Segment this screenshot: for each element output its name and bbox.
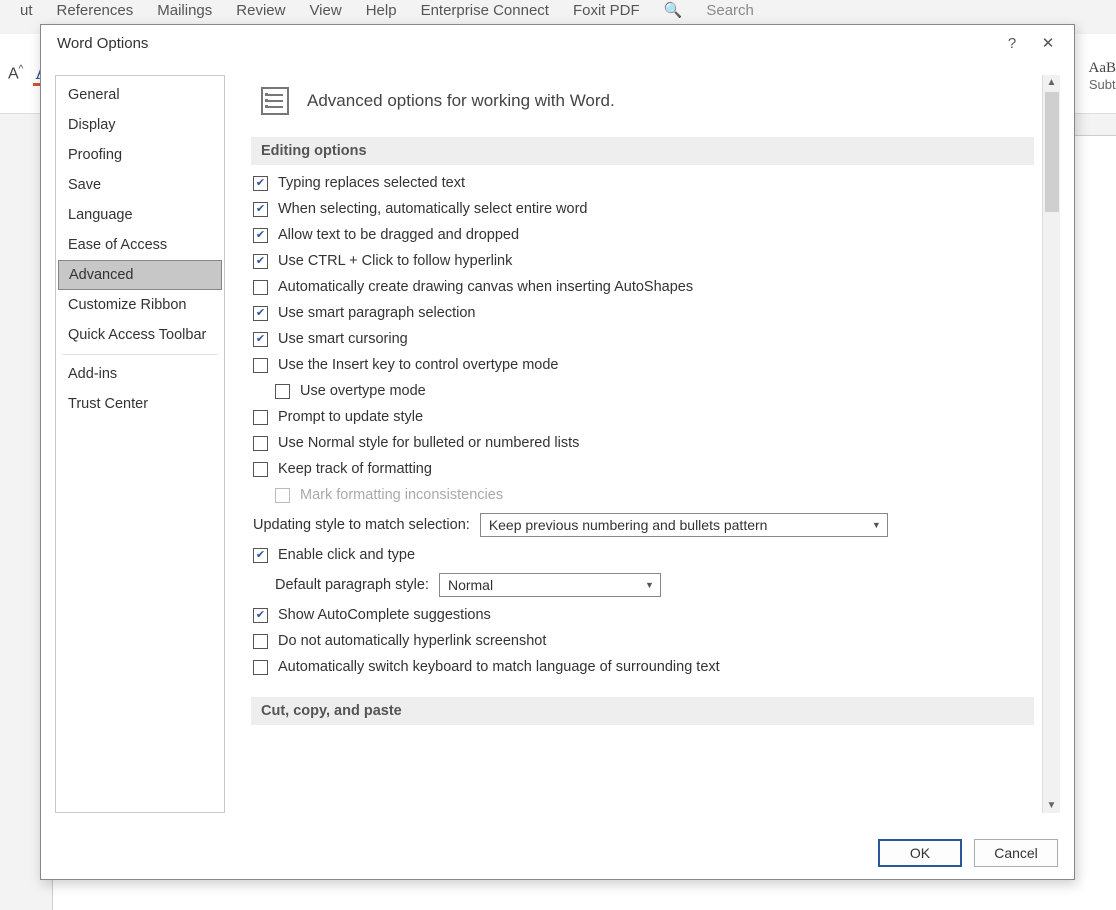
cancel-button[interactable]: Cancel <box>974 839 1058 867</box>
content-wrap: Advanced options for working with Word. … <box>239 75 1060 813</box>
chk-mark-format <box>275 488 290 503</box>
style-gallery-item[interactable]: AaB Subt <box>1089 60 1116 92</box>
scroll-thumb[interactable] <box>1045 92 1059 212</box>
nav-separator <box>62 354 218 355</box>
ribbon-tab[interactable]: Mailings <box>157 2 212 19</box>
combo-updating-style[interactable]: Keep previous numbering and bullets patt… <box>480 513 888 537</box>
chk-autocomplete[interactable] <box>253 608 268 623</box>
nav-advanced[interactable]: Advanced <box>58 260 222 290</box>
style-sample: AaB <box>1089 60 1116 77</box>
chk-ctrl-click[interactable] <box>253 254 268 269</box>
help-button[interactable]: ? <box>994 29 1030 57</box>
options-content: Advanced options for working with Word. … <box>239 75 1042 813</box>
nav-customize-ribbon[interactable]: Customize Ribbon <box>56 290 224 320</box>
section-editing-header: Editing options <box>251 137 1034 165</box>
font-grow-icon[interactable]: A^ <box>8 64 23 83</box>
nav-language[interactable]: Language <box>56 200 224 230</box>
lbl-auto-kbd: Automatically switch keyboard to match l… <box>278 659 720 675</box>
ribbon-tab[interactable]: Foxit PDF <box>573 2 640 19</box>
nav-trust-center[interactable]: Trust Center <box>56 389 224 419</box>
options-nav: General Display Proofing Save Language E… <box>55 75 225 813</box>
ribbon-tab[interactable]: View <box>309 2 341 19</box>
chk-drag-drop[interactable] <box>253 228 268 243</box>
lbl-prompt-style: Prompt to update style <box>278 409 423 425</box>
chk-smart-para[interactable] <box>253 306 268 321</box>
lbl-click-type: Enable click and type <box>278 547 415 563</box>
lbl-select-word: When selecting, automatically select ent… <box>278 201 587 217</box>
lbl-insert-key: Use the Insert key to control overtype m… <box>278 357 558 373</box>
chk-no-hyperlink-screenshot[interactable] <box>253 634 268 649</box>
chk-keep-format[interactable] <box>253 462 268 477</box>
content-heading: Advanced options for working with Word. <box>307 91 615 111</box>
chk-click-type[interactable] <box>253 548 268 563</box>
chevron-down-icon: ▼ <box>872 520 881 530</box>
ribbon-tabs: ut References Mailings Review View Help … <box>0 0 1116 26</box>
chk-normal-lists[interactable] <box>253 436 268 451</box>
lbl-updating-style: Updating style to match selection: <box>253 517 470 533</box>
word-options-dialog: Word Options ? ✕ General Display Proofin… <box>40 24 1075 880</box>
content-heading-row: Advanced options for working with Word. <box>259 85 1034 117</box>
nav-quick-access-toolbar[interactable]: Quick Access Toolbar <box>56 320 224 350</box>
dialog-footer: OK Cancel <box>41 827 1074 879</box>
ribbon-tab[interactable]: References <box>57 2 134 19</box>
lbl-ctrl-click: Use CTRL + Click to follow hyperlink <box>278 253 512 269</box>
chk-overtype[interactable] <box>275 384 290 399</box>
nav-save[interactable]: Save <box>56 170 224 200</box>
combo-default-para-value: Normal <box>448 577 493 593</box>
lbl-smart-cursor: Use smart cursoring <box>278 331 408 347</box>
app-window: ut References Mailings Review View Help … <box>0 0 1116 910</box>
combo-default-para[interactable]: Normal ▼ <box>439 573 661 597</box>
ribbon-tab[interactable]: Help <box>366 2 397 19</box>
close-button[interactable]: ✕ <box>1030 29 1066 57</box>
lbl-typing-replaces: Typing replaces selected text <box>278 175 465 191</box>
nav-general[interactable]: General <box>56 80 224 110</box>
search-icon: 🔍 <box>664 1 683 19</box>
lbl-smart-para: Use smart paragraph selection <box>278 305 475 321</box>
chk-smart-cursor[interactable] <box>253 332 268 347</box>
ribbon-tab[interactable]: Review <box>236 2 285 19</box>
combo-updating-style-value: Keep previous numbering and bullets patt… <box>489 517 768 533</box>
lbl-overtype: Use overtype mode <box>300 383 426 399</box>
content-scrollbar[interactable]: ▲ ▼ <box>1042 75 1060 813</box>
lbl-keep-format: Keep track of formatting <box>278 461 432 477</box>
lbl-default-para: Default paragraph style: <box>275 577 429 593</box>
dialog-titlebar: Word Options ? ✕ <box>41 25 1074 61</box>
dialog-title: Word Options <box>57 35 148 52</box>
chk-select-word[interactable] <box>253 202 268 217</box>
chk-auto-kbd[interactable] <box>253 660 268 675</box>
nav-display[interactable]: Display <box>56 110 224 140</box>
nav-add-ins[interactable]: Add-ins <box>56 359 224 389</box>
scroll-down-icon[interactable]: ▼ <box>1047 798 1057 813</box>
chk-prompt-style[interactable] <box>253 410 268 425</box>
nav-proofing[interactable]: Proofing <box>56 140 224 170</box>
nav-ease-of-access[interactable]: Ease of Access <box>56 230 224 260</box>
chevron-down-icon: ▼ <box>645 580 654 590</box>
section-ccp-header: Cut, copy, and paste <box>251 697 1034 725</box>
lbl-no-hyperlink-screenshot: Do not automatically hyperlink screensho… <box>278 633 546 649</box>
lbl-autocomplete: Show AutoComplete suggestions <box>278 607 491 623</box>
scroll-up-icon[interactable]: ▲ <box>1047 75 1057 90</box>
lbl-drag-drop: Allow text to be dragged and dropped <box>278 227 519 243</box>
style-name: Subt <box>1089 77 1116 92</box>
ok-button[interactable]: OK <box>878 839 962 867</box>
lbl-mark-format: Mark formatting inconsistencies <box>300 487 503 503</box>
lbl-normal-lists: Use Normal style for bulleted or numbere… <box>278 435 579 451</box>
chk-insert-key[interactable] <box>253 358 268 373</box>
ribbon-tab[interactable]: Enterprise Connect <box>421 2 549 19</box>
advanced-icon <box>259 85 291 117</box>
chk-typing-replaces[interactable] <box>253 176 268 191</box>
dialog-body: General Display Proofing Save Language E… <box>41 61 1074 827</box>
ribbon-search[interactable]: Search <box>706 2 754 19</box>
ribbon-tab[interactable]: ut <box>20 2 33 19</box>
lbl-auto-canvas: Automatically create drawing canvas when… <box>278 279 693 295</box>
chk-auto-canvas[interactable] <box>253 280 268 295</box>
